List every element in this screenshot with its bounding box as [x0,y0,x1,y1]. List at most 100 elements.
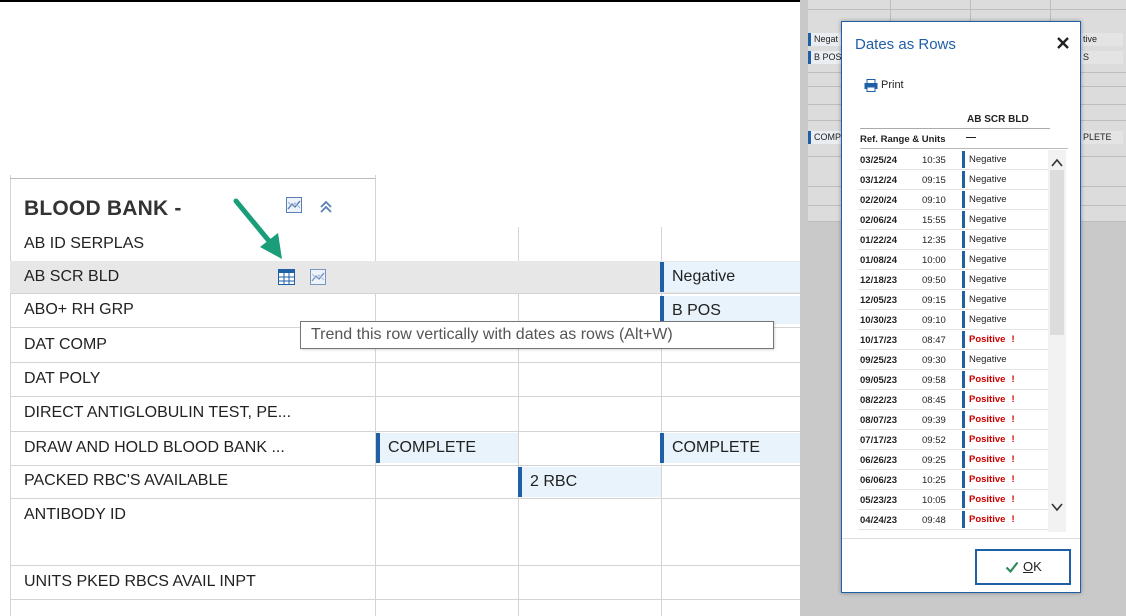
result-text: Positive [969,494,1006,505]
result-row[interactable]: 12/18/23 09:50 Negative [858,270,1048,290]
blood-bank-grid: BLOOD BANK - AB ID SERPLAS AB SCR BLD AB… [0,175,800,616]
result-row[interactable]: 01/08/24 10:00 Negative [858,250,1048,270]
result-text: Positive [969,334,1006,345]
result-date: 06/26/23 [860,455,897,466]
grid-line [10,599,800,600]
result-value[interactable]: Positive! [962,451,1044,468]
result-row[interactable]: 08/22/23 08:45 Positive! [858,390,1048,410]
result-time: 09:15 [922,175,946,186]
result-cell[interactable]: 2 RBC [518,467,661,497]
result-value[interactable]: Negative [962,171,1044,188]
result-row[interactable]: 04/24/23 09:48 Positive! [858,510,1048,530]
result-value[interactable]: Negative [962,271,1044,288]
result-value[interactable]: Negative [962,311,1044,328]
result-row[interactable]: 10/30/23 09:10 Negative [858,310,1048,330]
checkmark-icon [1005,561,1019,574]
row-direct-antiglobulin[interactable]: DIRECT ANTIGLOBULIN TEST, PE... [10,396,800,431]
result-row[interactable]: 03/25/24 10:35 Negative [858,150,1048,170]
row-packed-rbc[interactable]: PACKED RBC'S AVAILABLE [10,465,800,498]
result-value[interactable]: Negative [962,151,1044,168]
ref-range-value: — [966,132,976,143]
result-text: Positive [969,394,1006,405]
abnormal-flag-icon: ! [1011,474,1015,485]
result-date: 07/17/23 [860,435,897,446]
ok-button[interactable]: OK [975,549,1071,585]
result-text: Negative [969,194,1007,205]
close-icon[interactable] [1054,34,1072,52]
row-antibody-id[interactable]: ANTIBODY ID [10,498,800,565]
row-label: ANTIBODY ID [24,506,126,523]
result-row[interactable]: 01/22/24 12:35 Negative [858,230,1048,250]
result-text: Negative [969,174,1007,185]
background-cell: S [1080,51,1123,64]
result-value[interactable]: Negative [962,251,1044,268]
result-value[interactable]: Negative [962,211,1044,228]
result-value[interactable]: Positive! [962,491,1044,508]
result-date: 03/12/24 [860,175,897,186]
scrollbar-thumb[interactable] [1050,170,1064,335]
result-value[interactable]: Negative [962,231,1044,248]
print-label: Print [881,79,904,91]
row-label: AB SCR BLD [24,268,120,285]
abnormal-flag-icon: ! [1011,514,1015,525]
result-row[interactable]: 02/06/24 15:55 Negative [858,210,1048,230]
result-row[interactable]: 09/25/23 09:30 Negative [858,350,1048,370]
result-cell[interactable]: Negative [660,262,800,292]
result-row[interactable]: 12/05/23 09:15 Negative [858,290,1048,310]
result-value[interactable]: Negative [962,291,1044,308]
result-row[interactable]: 06/26/23 09:25 Positive! [858,450,1048,470]
result-value[interactable]: Positive! [962,471,1044,488]
column-header: AB SCR BLD [967,114,1029,125]
table-icon[interactable] [278,269,295,285]
row-dat-poly[interactable]: DAT POLY [10,362,800,396]
result-cell[interactable]: B POS [660,296,800,324]
result-row[interactable]: 02/20/24 09:10 Negative [858,190,1048,210]
background-cell: PLETE [1080,131,1123,144]
result-row[interactable]: 06/06/23 10:25 Positive! [858,470,1048,490]
collapse-chevrons-icon[interactable] [318,199,334,215]
result-time: 08:45 [922,395,946,406]
result-row[interactable]: 05/23/23 10:05 Positive! [858,490,1048,510]
result-row[interactable]: 03/12/24 09:15 Negative [858,170,1048,190]
result-date: 12/05/23 [860,295,897,306]
section-title: BLOOD BANK - [24,197,182,220]
row-units-pked-rbcs[interactable]: UNITS PKED RBCS AVAIL INPT [10,565,800,599]
result-cell[interactable]: COMPLETE [376,433,518,463]
result-value[interactable]: Positive! [962,431,1044,448]
result-row[interactable]: 10/17/23 08:47 Positive! [858,330,1048,350]
result-date: 01/22/24 [860,235,897,246]
abnormal-flag-icon: ! [1011,374,1015,385]
result-row[interactable]: 07/17/23 09:52 Positive! [858,430,1048,450]
result-value[interactable]: Negative [962,191,1044,208]
row-label: DAT COMP [24,336,107,353]
result-value[interactable]: Positive! [962,511,1044,528]
result-row[interactable]: 08/07/23 09:39 Positive! [858,410,1048,430]
divider [842,538,1080,539]
scroll-down-icon[interactable] [1051,502,1063,512]
result-value[interactable]: Positive! [962,331,1044,348]
result-text: Positive [969,454,1006,465]
row-ab-id-serplas[interactable]: AB ID SERPLAS [10,227,800,261]
result-row[interactable]: 09/05/23 09:58 Positive! [858,370,1048,390]
scrollbar[interactable] [1048,150,1066,532]
result-value[interactable]: Negative [962,351,1044,368]
result-time: 10:25 [922,475,946,486]
abnormal-flag-icon: ! [1011,414,1015,425]
trend-graph-icon[interactable] [310,269,326,285]
result-value[interactable]: Positive! [962,371,1044,388]
result-time: 09:25 [922,455,946,466]
result-cell[interactable]: COMPLETE [660,433,800,463]
result-time: 08:47 [922,335,946,346]
result-value[interactable]: Positive! [962,411,1044,428]
result-value[interactable]: Positive! [962,391,1044,408]
result-date: 01/08/24 [860,255,897,266]
row-label: DIRECT ANTIGLOBULIN TEST, PE... [24,404,292,421]
result-time: 10:00 [922,255,946,266]
result-date: 05/23/23 [860,495,897,506]
result-text: Positive [969,374,1006,385]
results-list[interactable]: 03/25/24 10:35 Negative 03/12/24 09:15 Negati… [858,150,1066,532]
scroll-up-icon[interactable] [1051,158,1063,168]
background-cell: tive [1080,33,1123,46]
result-date: 10/17/23 [860,335,897,346]
result-text: Negative [969,354,1007,365]
